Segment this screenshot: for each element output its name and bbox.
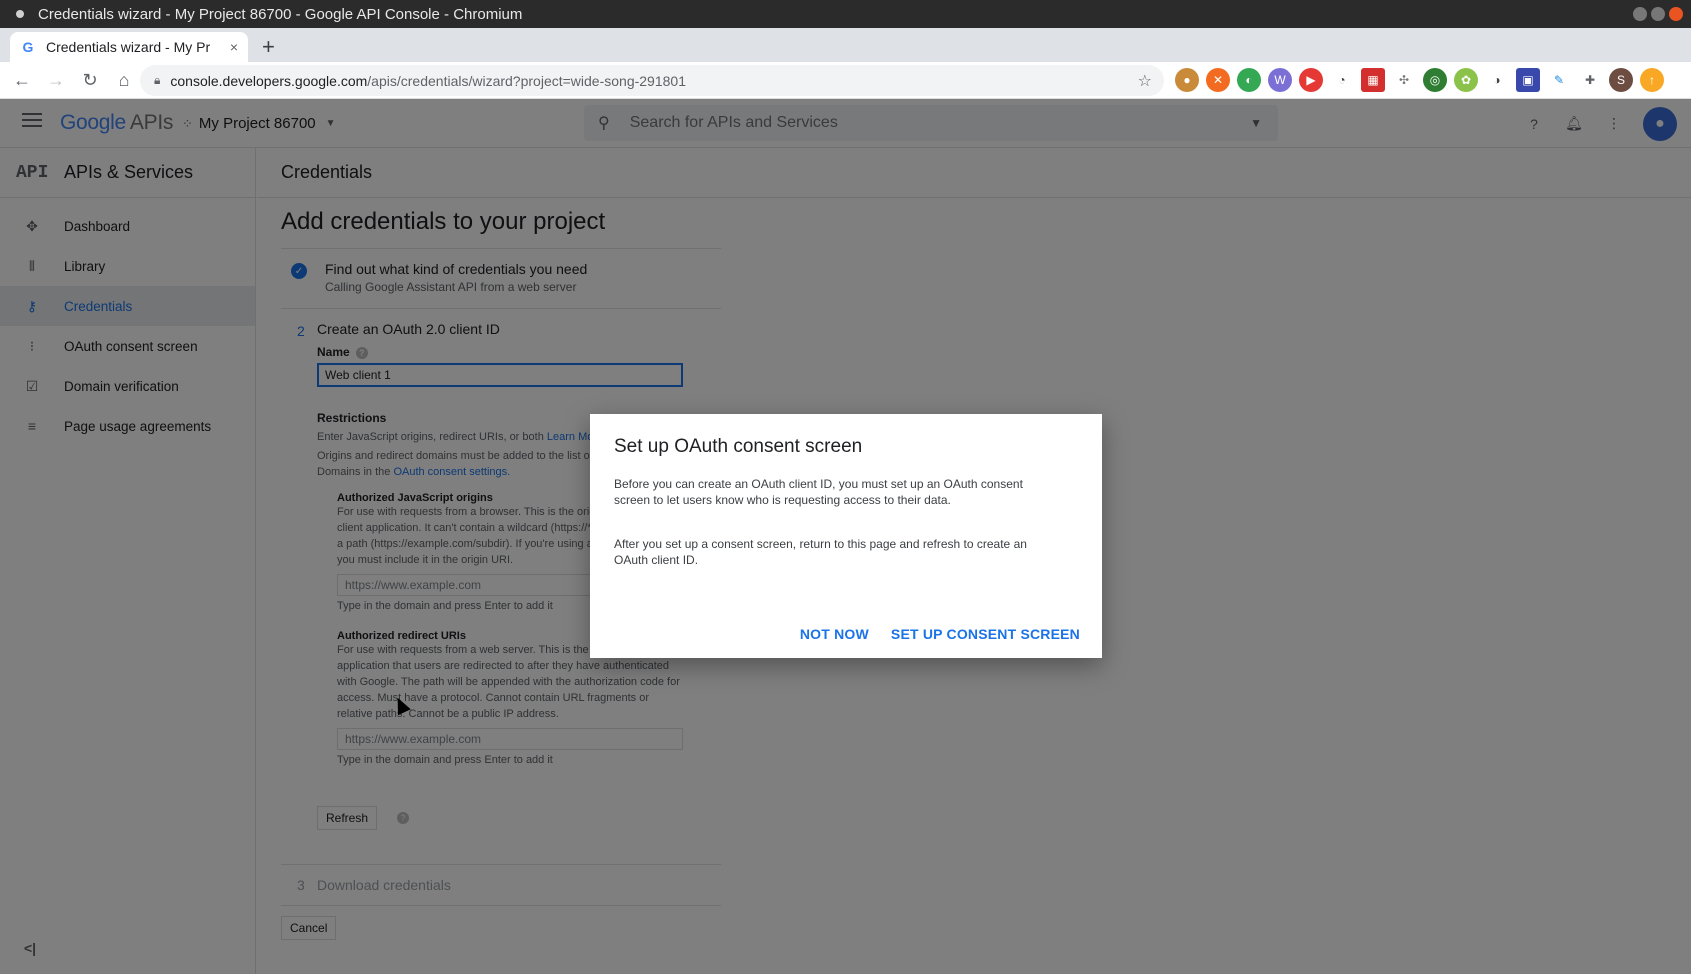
setup-consent-screen-button[interactable]: SET UP CONSENT SCREEN xyxy=(891,626,1080,642)
update-extension-icon[interactable]: ↑ xyxy=(1640,68,1664,92)
tab-close-icon[interactable]: × xyxy=(230,39,238,55)
minimize-icon[interactable] xyxy=(1633,7,1647,21)
chrome-extension-icon[interactable]: ◐ xyxy=(1237,68,1261,92)
wappalyzer-extension-icon[interactable]: W xyxy=(1268,68,1292,92)
home-icon[interactable]: ⌂ xyxy=(108,64,140,96)
ublock-extension-icon[interactable]: ✕ xyxy=(1206,68,1230,92)
window-title: Credentials wizard - My Project 86700 - … xyxy=(38,5,523,23)
search-extension-icon[interactable]: ◎ xyxy=(1423,68,1447,92)
google-favicon-icon: G xyxy=(22,39,34,55)
calendar-extension-icon[interactable]: ▦ xyxy=(1361,68,1385,92)
browser-tab[interactable]: G Credentials wizard - My Pr × xyxy=(10,32,248,62)
dialog-actions: NOT NOW SET UP CONSENT SCREEN xyxy=(800,626,1080,642)
profile-avatar[interactable]: S xyxy=(1609,68,1633,92)
new-tab-button[interactable]: + xyxy=(262,34,275,60)
dialog-message-1: Before you can create an OAuth client ID… xyxy=(614,477,1023,507)
browser-toolbar: ← → ↻ ⌂ 🔒︎ console.developers.google.com… xyxy=(0,62,1691,99)
oauth-consent-dialog: Set up OAuth consent screen Before you c… xyxy=(590,414,1102,658)
window-menu-icon[interactable] xyxy=(16,10,24,18)
lock-icon[interactable]: 🔒︎ xyxy=(154,73,160,88)
close-window-icon[interactable] xyxy=(1669,7,1683,21)
os-title-bar: Credentials wizard - My Project 86700 - … xyxy=(0,0,1691,28)
url-host: console.developers.google.com xyxy=(170,72,368,89)
moon-extension-icon[interactable]: ◑ xyxy=(1485,68,1509,92)
cookie-extension-icon[interactable]: ● xyxy=(1175,68,1199,92)
address-bar[interactable]: 🔒︎ console.developers.google.com/apis/cr… xyxy=(140,65,1164,96)
back-icon[interactable]: ← xyxy=(6,64,38,96)
forward-icon[interactable]: → xyxy=(40,64,72,96)
tab-strip: G Credentials wizard - My Pr × + xyxy=(0,28,1691,62)
window-controls xyxy=(1633,7,1683,21)
reload-icon[interactable]: ↻ xyxy=(74,64,106,96)
url-path: /apis/credentials/wizard?project=wide-so… xyxy=(367,72,686,89)
extensions-bar: ● ✕ ◐ W ▶ ◔ ▦ ✣ ◎ ✿ ◑ ▣ ✎ ✚ S ↑ xyxy=(1175,68,1664,92)
leaf-extension-icon[interactable]: ✿ xyxy=(1454,68,1478,92)
speedometer-extension-icon[interactable]: ◔ xyxy=(1330,68,1354,92)
screen-extension-icon[interactable]: ▣ xyxy=(1516,68,1540,92)
youtube-extension-icon[interactable]: ▶ xyxy=(1299,68,1323,92)
grid-extension-icon[interactable]: ✣ xyxy=(1392,68,1416,92)
not-now-button[interactable]: NOT NOW xyxy=(800,626,869,642)
maximize-icon[interactable] xyxy=(1651,7,1665,21)
dialog-title: Set up OAuth consent screen xyxy=(614,436,863,457)
puzzle-extensions-icon[interactable]: ✚ xyxy=(1578,68,1602,92)
pen-extension-icon[interactable]: ✎ xyxy=(1547,68,1571,92)
dialog-message-2: After you set up a consent screen, retur… xyxy=(614,537,1027,567)
tab-title: Credentials wizard - My Pr xyxy=(46,39,211,55)
bookmark-star-icon[interactable]: ☆ xyxy=(1138,71,1152,91)
